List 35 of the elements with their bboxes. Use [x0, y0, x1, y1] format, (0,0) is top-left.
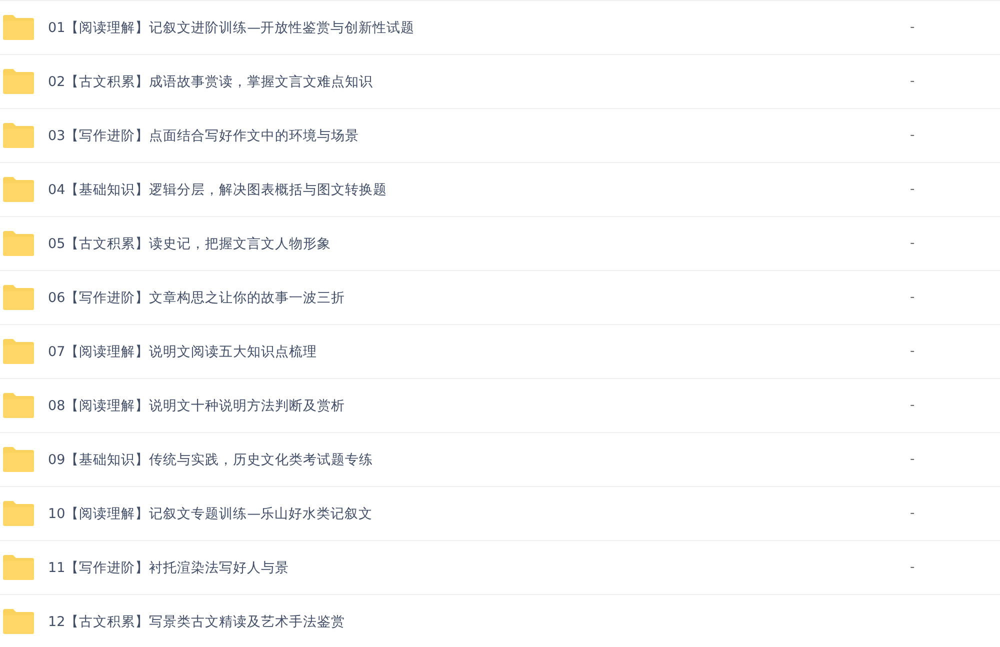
file-size: - [910, 20, 915, 35]
folder-icon [3, 231, 34, 256]
folder-icon [3, 393, 34, 418]
file-name[interactable]: 09【基础知识】传统与实践，历史文化类考试题专练 [48, 450, 374, 468]
file-size: - [910, 452, 915, 467]
file-size: - [910, 182, 915, 197]
file-name[interactable]: 05【古文积累】读史记，把握文言文人物形象 [48, 234, 332, 252]
folder-icon [3, 447, 34, 472]
file-size: - [910, 344, 915, 359]
file-size: - [910, 128, 915, 143]
folder-icon [3, 555, 34, 580]
file-size: - [910, 560, 915, 575]
folder-icon [3, 15, 34, 40]
file-name[interactable]: 04【基础知识】逻辑分层，解决图表概括与图文转换题 [48, 180, 388, 198]
file-name[interactable]: 02【古文积累】成语故事赏读，掌握文言文难点知识 [48, 72, 374, 90]
folder-icon [3, 69, 34, 94]
folder-icon [3, 609, 34, 634]
file-name[interactable]: 12【古文积累】写景类古文精读及艺术手法鉴赏 [48, 612, 346, 630]
file-name[interactable]: 01【阅读理解】记叙文进阶训练—开放性鉴赏与创新性试题 [48, 18, 415, 36]
folder-icon [3, 123, 34, 148]
file-size: - [910, 290, 915, 305]
file-size: - [910, 506, 915, 521]
file-size: - [910, 398, 915, 413]
folder-icon [3, 285, 34, 310]
folder-icon [3, 339, 34, 364]
file-name[interactable]: 06【写作进阶】文章构思之让你的故事一波三折 [48, 288, 346, 306]
file-name[interactable]: 08【阅读理解】说明文十种说明方法判断及赏析 [48, 396, 346, 414]
folder-icon [3, 177, 34, 202]
file-name[interactable]: 10【阅读理解】记叙文专题训练—乐山好水类记叙文 [48, 504, 373, 522]
folder-icon [3, 501, 34, 526]
file-size: - [910, 236, 915, 251]
file-name[interactable]: 03【写作进阶】点面结合写好作文中的环境与场景 [48, 126, 360, 144]
file-name[interactable]: 07【阅读理解】说明文阅读五大知识点梳理 [48, 342, 318, 360]
file-name[interactable]: 11【写作进阶】衬托渲染法写好人与景 [48, 558, 290, 576]
file-size: - [910, 74, 915, 89]
